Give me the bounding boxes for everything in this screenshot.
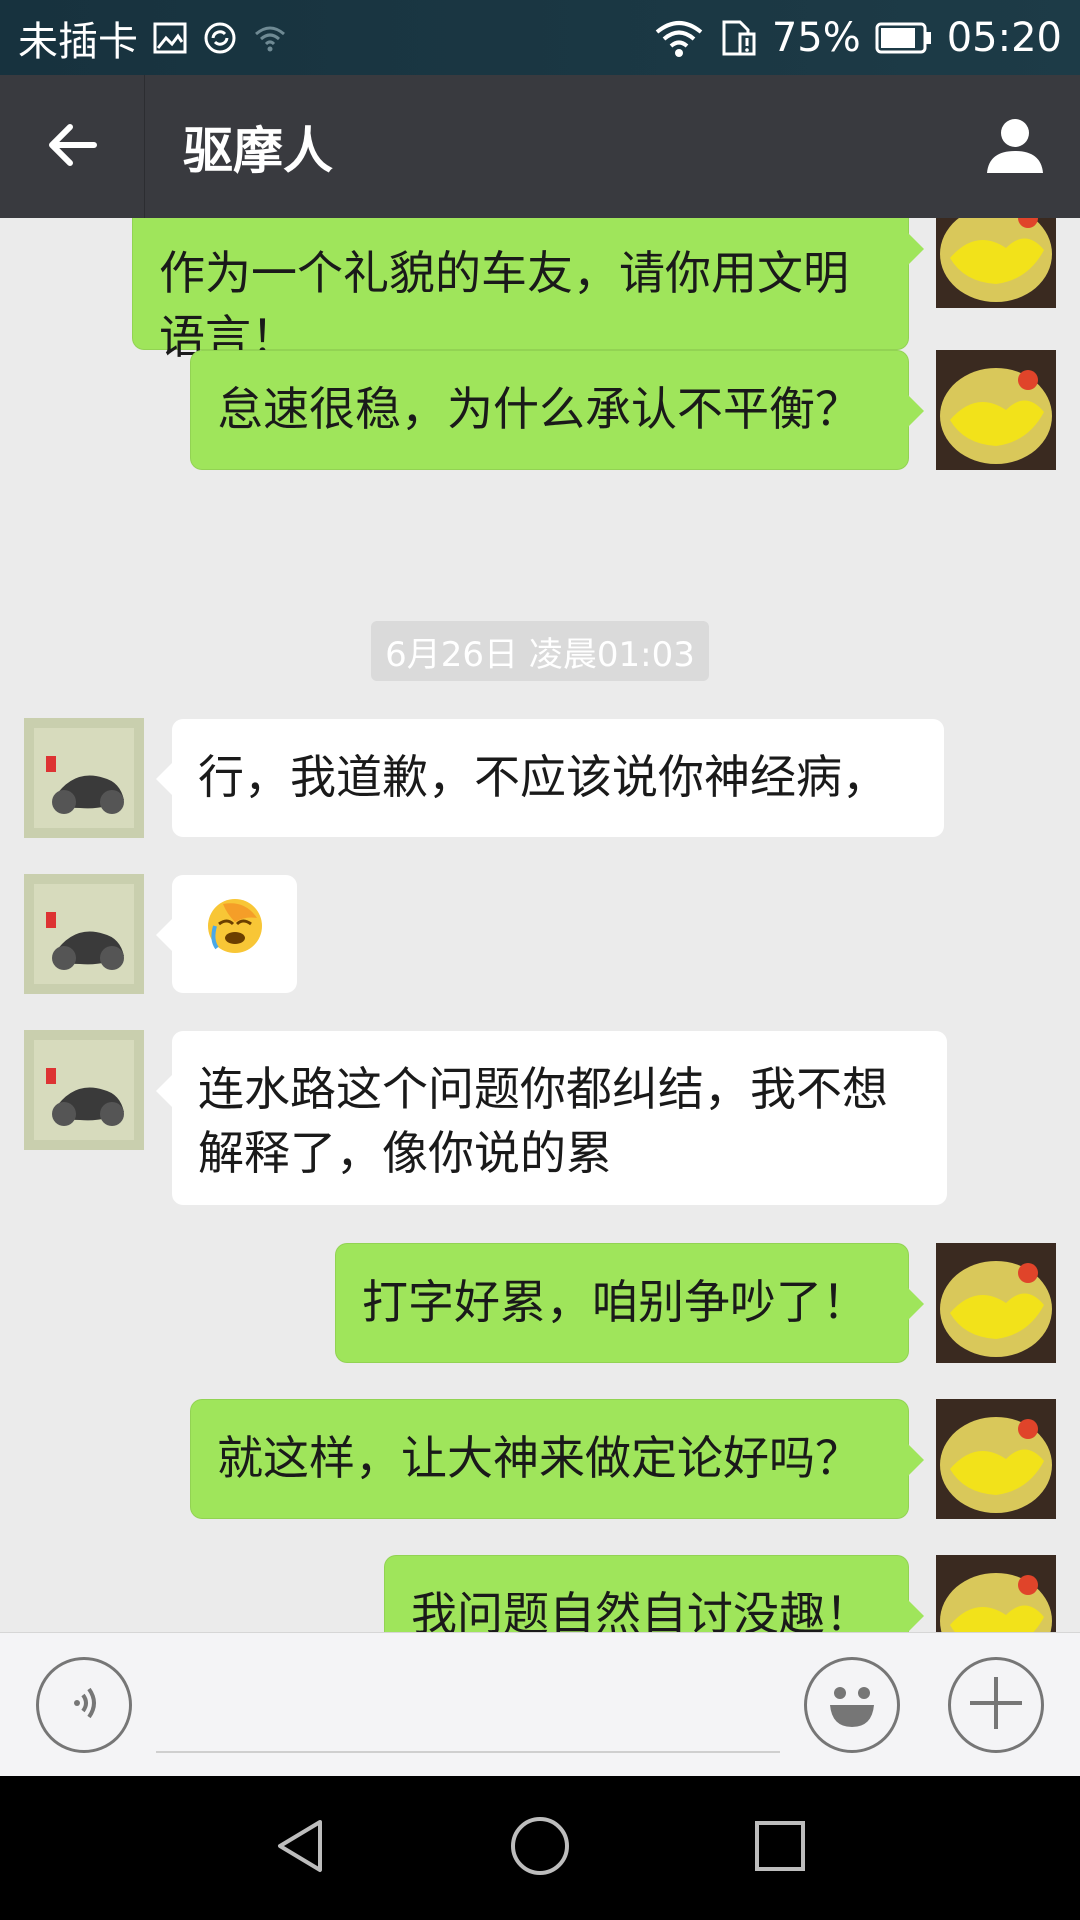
wifi-question-icon xyxy=(252,20,288,56)
voice-button[interactable] xyxy=(36,1657,132,1753)
emoji-button[interactable] xyxy=(804,1657,900,1753)
message-text: 就这样，让大神来做定论好吗？ xyxy=(217,1431,861,1485)
avatar[interactable] xyxy=(936,1555,1056,1632)
arrow-left-icon xyxy=(44,117,100,177)
message-bubble[interactable]: 作为一个礼貌的车友，请你用文明语言！ xyxy=(132,218,924,364)
message-bubble[interactable]: 我问题自然自讨没趣！ xyxy=(384,1555,924,1632)
wifi-icon xyxy=(654,18,704,58)
back-button[interactable] xyxy=(0,75,145,218)
chat-messages[interactable]: 作为一个礼貌的车友，请你用文明语言！ 怠速很稳，为什么承认不平衡？ 6月26日 … xyxy=(0,218,1080,1632)
message-text: 打字好累，咱别争吵了！ xyxy=(362,1275,868,1329)
message-bubble[interactable]: 怠速很稳，为什么承认不平衡？ xyxy=(190,350,924,470)
message-bubble[interactable]: 行，我道歉，不应该说你神经病， xyxy=(156,718,945,838)
message-text: 行，我道歉，不应该说你神经病， xyxy=(198,750,888,804)
avatar[interactable] xyxy=(24,1030,144,1150)
emoji-message-bubble[interactable] xyxy=(156,874,298,994)
smiley-icon xyxy=(820,1671,884,1739)
message-bubble[interactable]: 连水路这个问题你都纠结，我不想解释了，像你说的累 xyxy=(156,1030,948,1206)
battery-percent: 75% xyxy=(771,14,861,61)
clock: 05:20 xyxy=(946,14,1062,61)
nav-home-button[interactable] xyxy=(490,1798,590,1898)
avatar[interactable] xyxy=(24,718,144,838)
message-text: 作为一个礼貌的车友，请你用文明语言！ xyxy=(159,246,849,364)
plus-icon xyxy=(966,1673,1026,1737)
nav-back-button[interactable] xyxy=(250,1798,350,1898)
chat-title: 驱摩人 xyxy=(183,121,333,180)
message-text: 我问题自然自讨没趣！ xyxy=(411,1587,871,1632)
avatar[interactable] xyxy=(936,350,1056,470)
back-triangle-icon xyxy=(270,1816,330,1880)
facepalm-emoji xyxy=(205,896,265,972)
input-bar xyxy=(0,1632,1080,1776)
person-icon xyxy=(983,113,1047,181)
sync-icon xyxy=(202,20,238,56)
message-text: 连水路这个问题你都纠结，我不想解释了，像你说的累 xyxy=(198,1062,888,1180)
battery-icon xyxy=(875,21,933,55)
home-circle-icon xyxy=(508,1814,572,1882)
image-icon xyxy=(152,20,188,56)
chat-header: 驱摩人 xyxy=(0,75,1080,218)
profile-button[interactable] xyxy=(950,75,1080,218)
voice-icon xyxy=(59,1678,109,1732)
timestamp-chip: 6月26日 凌晨01:03 xyxy=(371,621,709,681)
avatar[interactable] xyxy=(936,1399,1056,1519)
message-text: 怠速很稳，为什么承认不平衡？ xyxy=(217,382,861,436)
recents-square-icon xyxy=(752,1818,808,1878)
message-bubble[interactable]: 打字好累，咱别争吵了！ xyxy=(335,1243,924,1363)
more-button[interactable] xyxy=(948,1657,1044,1753)
sim-alert-icon xyxy=(718,18,758,58)
status-bar: 未插卡 75% 05:20 xyxy=(0,0,1080,75)
carrier-label: 未插卡 xyxy=(18,18,138,65)
avatar[interactable] xyxy=(936,1243,1056,1363)
avatar[interactable] xyxy=(24,874,144,994)
message-input[interactable] xyxy=(156,1751,780,1753)
avatar[interactable] xyxy=(936,218,1056,308)
system-nav-bar xyxy=(0,1776,1080,1920)
message-bubble[interactable]: 就这样，让大神来做定论好吗？ xyxy=(190,1399,924,1519)
nav-recents-button[interactable] xyxy=(730,1798,830,1898)
